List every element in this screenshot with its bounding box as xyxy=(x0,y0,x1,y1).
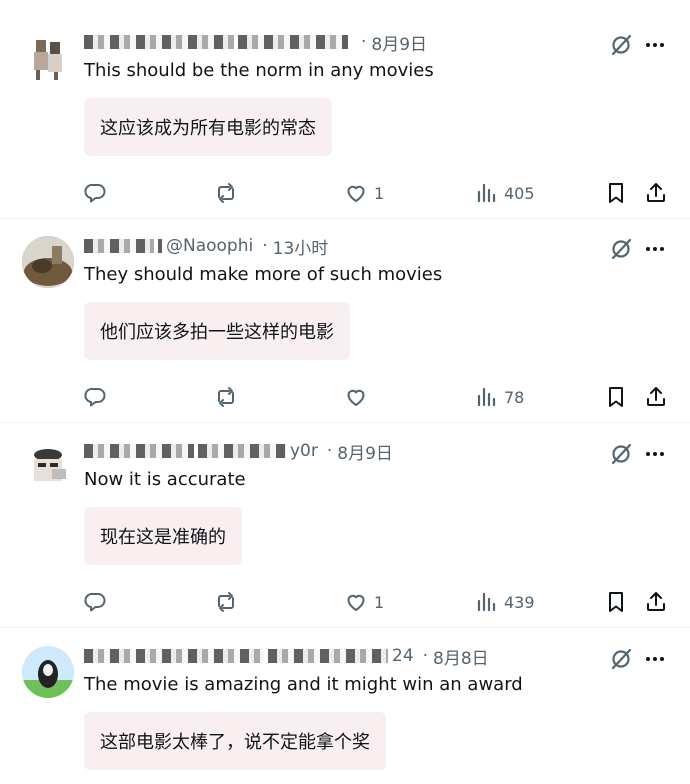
post-time[interactable]: 8月9日 xyxy=(371,30,427,55)
reply-button[interactable] xyxy=(84,382,108,412)
post-text: This should be the norm in any movies xyxy=(84,60,434,81)
reply-icon xyxy=(84,181,108,205)
like-count: 1 xyxy=(374,183,385,203)
bookmark-icon xyxy=(604,590,628,614)
like-button[interactable]: 1 xyxy=(344,178,384,208)
repost-button[interactable] xyxy=(214,178,238,208)
separator-dot: · xyxy=(361,32,367,52)
repost-icon xyxy=(214,385,238,409)
reply-icon xyxy=(84,590,108,614)
post-4[interactable]: 24 · 8月8日 The movie is amazing and it mi… xyxy=(0,632,690,784)
view-count: 439 xyxy=(504,592,535,612)
bookmark-button[interactable] xyxy=(604,382,628,412)
like-button[interactable]: 1 xyxy=(344,587,384,617)
reply-button[interactable] xyxy=(84,178,108,208)
like-button[interactable] xyxy=(344,382,374,412)
separator-dot: · xyxy=(262,236,268,256)
grok-icon[interactable] xyxy=(608,236,634,262)
views-button[interactable]: 439 xyxy=(474,587,535,617)
heart-icon xyxy=(344,181,368,205)
bookmark-icon xyxy=(604,385,628,409)
separator-dot: · xyxy=(422,646,429,666)
repost-icon xyxy=(214,590,238,614)
post-1[interactable]: · 8月9日 This should be the norm in any mo… xyxy=(0,18,690,219)
reply-button[interactable] xyxy=(84,587,108,617)
views-icon xyxy=(474,590,498,614)
post-handle: @Naoophi xyxy=(166,236,254,256)
post-header: · 8月9日 xyxy=(84,30,427,55)
post-actions: 1 405 xyxy=(0,178,690,208)
views-button[interactable]: 405 xyxy=(474,178,535,208)
share-button[interactable] xyxy=(644,178,668,208)
share-button[interactable] xyxy=(644,587,668,617)
post-time[interactable]: 13小时 xyxy=(273,234,329,259)
like-count: 1 xyxy=(374,592,385,612)
views-icon xyxy=(474,181,498,205)
share-icon xyxy=(644,181,668,205)
views-button[interactable]: 78 xyxy=(474,382,524,412)
grok-icon[interactable] xyxy=(608,441,634,467)
separator-dot: · xyxy=(326,441,333,461)
more-icon[interactable] xyxy=(642,236,668,262)
post-header: y0r · 8月9日 xyxy=(84,439,393,464)
share-button[interactable] xyxy=(644,382,668,412)
post-actions: 78 xyxy=(0,382,690,412)
post-translation: 这部电影太棒了，说不定能拿个奖 xyxy=(84,712,386,770)
share-icon xyxy=(644,385,668,409)
redacted-handle xyxy=(268,649,388,663)
redacted-username xyxy=(84,239,154,253)
post-header: 24 · 8月8日 xyxy=(84,644,489,669)
grok-icon[interactable] xyxy=(608,646,634,672)
redacted-username xyxy=(84,444,194,458)
view-count: 405 xyxy=(504,183,535,203)
avatar[interactable] xyxy=(22,236,74,288)
grok-icon[interactable] xyxy=(608,32,634,58)
post-2[interactable]: @Naoophi · 13小时 They should make more of… xyxy=(0,222,690,423)
bookmark-button[interactable] xyxy=(604,178,628,208)
post-handle: 24 xyxy=(392,646,414,666)
repost-icon xyxy=(214,181,238,205)
post-text: The movie is amazing and it might win an… xyxy=(84,674,523,695)
post-actions: 1 439 xyxy=(0,587,690,617)
post-translation: 这应该成为所有电影的常态 xyxy=(84,98,332,156)
bookmark-icon xyxy=(604,181,628,205)
post-header: @Naoophi · 13小时 xyxy=(84,234,329,259)
more-icon[interactable] xyxy=(642,441,668,467)
views-icon xyxy=(474,385,498,409)
redacted-handle xyxy=(158,239,162,253)
post-text: They should make more of such movies xyxy=(84,264,443,285)
bookmark-button[interactable] xyxy=(604,587,628,617)
redacted-username xyxy=(84,35,234,49)
post-time[interactable]: 8月9日 xyxy=(337,439,393,464)
repost-button[interactable] xyxy=(214,587,238,617)
reply-icon xyxy=(84,385,108,409)
heart-icon xyxy=(344,385,368,409)
post-translation: 现在这是准确的 xyxy=(84,507,242,565)
avatar[interactable] xyxy=(22,441,74,493)
view-count: 78 xyxy=(504,387,525,407)
heart-icon xyxy=(344,590,368,614)
avatar[interactable] xyxy=(22,646,74,698)
post-time[interactable]: 8月8日 xyxy=(433,644,489,669)
post-translation: 他们应该多拍一些这样的电影 xyxy=(84,302,350,360)
post-3[interactable]: y0r · 8月9日 Now it is accurate 现在这是准确的 1 … xyxy=(0,427,690,628)
redacted-handle xyxy=(198,444,286,458)
post-handle: y0r xyxy=(290,441,318,461)
repost-button[interactable] xyxy=(214,382,238,412)
post-text: Now it is accurate xyxy=(84,469,246,490)
redacted-username xyxy=(84,649,264,663)
more-icon[interactable] xyxy=(642,646,668,672)
share-icon xyxy=(644,590,668,614)
redacted-handle xyxy=(238,35,348,49)
avatar[interactable] xyxy=(22,32,74,84)
more-icon[interactable] xyxy=(642,32,668,58)
